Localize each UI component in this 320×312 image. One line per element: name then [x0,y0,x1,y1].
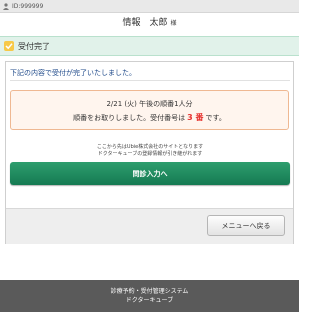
note-line-2: ドクターキューブの登録情報が引き継がれます [97,151,203,157]
reception-suffix: です。 [205,114,226,122]
note-line-1: ここから先はUbie株式会社のサイトとなります [96,144,204,150]
page-title-bar: 受付完了 [0,36,299,56]
page-title: 受付完了 [18,41,50,51]
honorific: 様 [170,20,177,27]
check-icon [4,41,14,51]
user-name: 情報 太郎 [122,18,168,28]
reception-prefix: 順番をお取りしました。受付番号は [73,114,186,122]
reception-number: 3 番 [187,113,204,122]
footer: 診療予約・受付管理システム ドクターキューブ [0,280,299,312]
go-to-questionnaire-button[interactable]: 問診入力へ [10,162,290,185]
footer-brand: ドクターキューブ [125,297,174,304]
back-to-menu-button[interactable]: メニューへ戻る [207,215,285,236]
reservation-datetime: 2/21 (火) 午後の順番1人分 [106,100,193,108]
completion-message: 下記の内容で受付が完了いたしました。 [10,69,136,77]
external-site-note: ここから先はUbie株式会社のサイトとなります ドクターキューブの登録情報が引き… [10,144,290,158]
action-area: メニューへ戻る [6,208,293,244]
completion-panel: 下記の内容で受付が完了いたしました。 2/21 (火) 午後の順番1人分 順番を… [5,61,294,244]
user-id-icon [3,2,9,10]
user-name-heading: 情報 太郎様 [0,15,299,31]
user-id-text: ID:999999 [12,2,44,10]
divider [10,80,290,81]
reservation-info-box: 2/21 (火) 午後の順番1人分 順番をお取りしました。受付番号は 3 番です。 [10,90,289,130]
reservation-number-line: 順番をお取りしました。受付番号は 3 番です。 [11,112,288,123]
footer-system-name: 診療予約・受付管理システム [110,288,189,295]
top-status-bar: ID:999999 [0,0,299,13]
